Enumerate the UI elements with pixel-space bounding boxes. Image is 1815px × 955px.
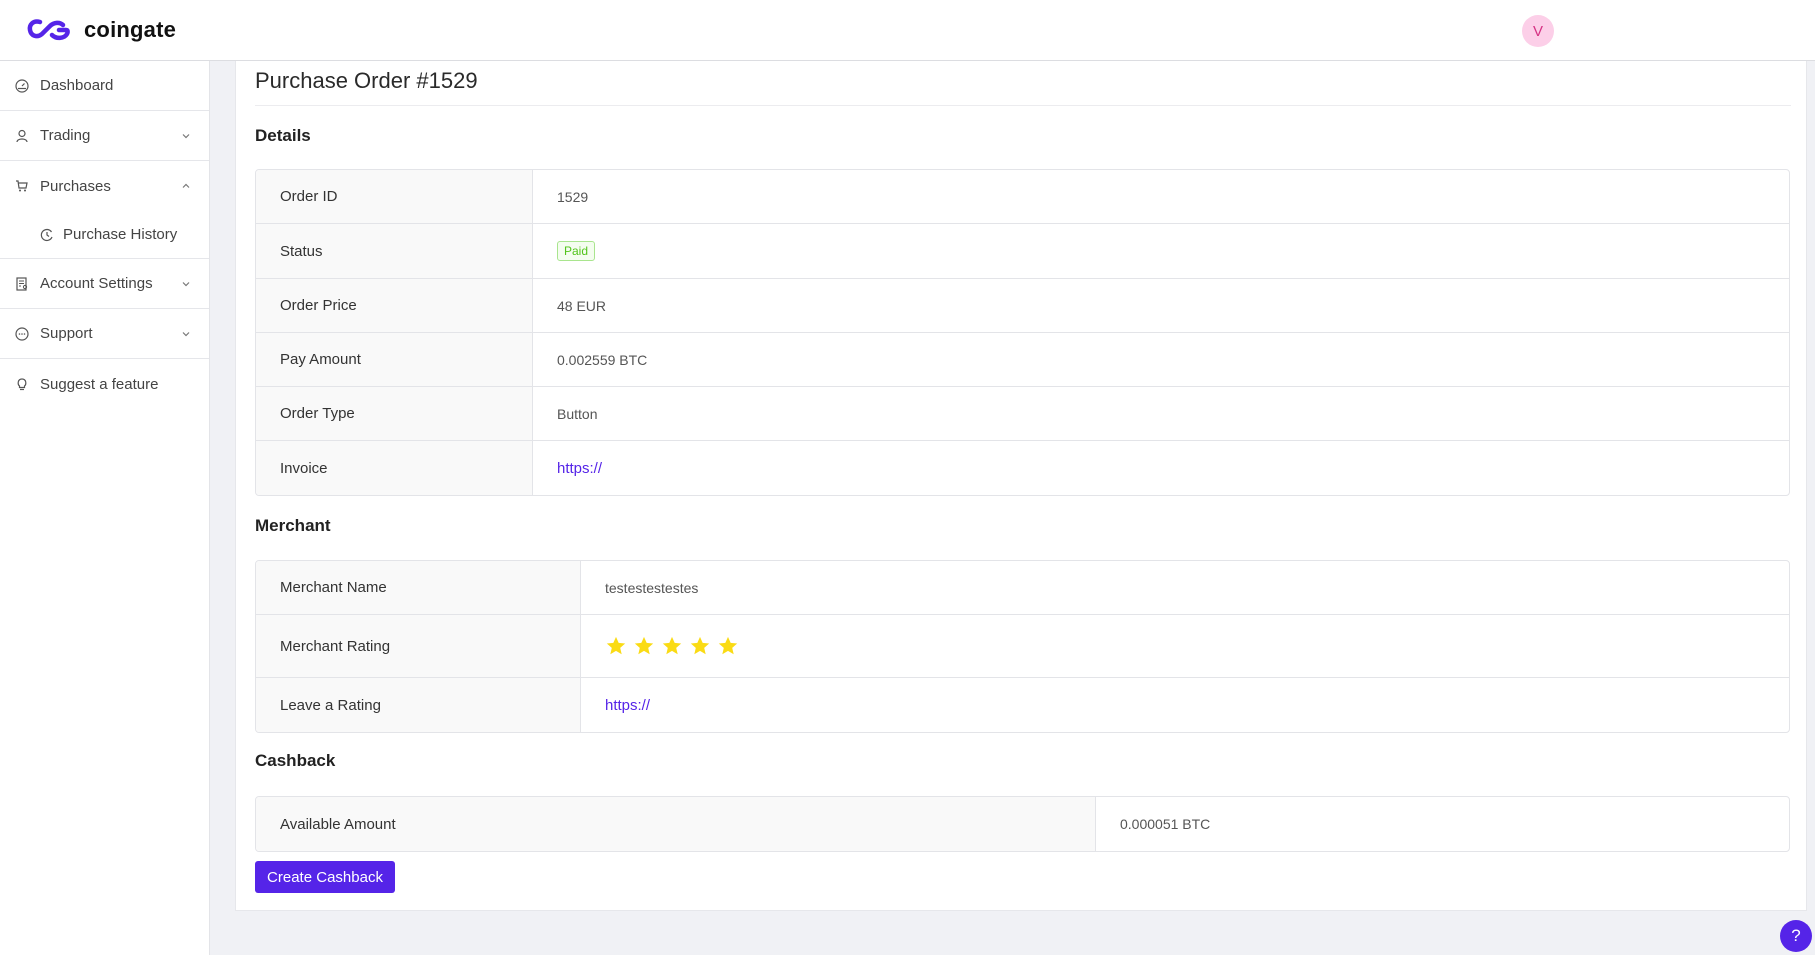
sidebar-item-suggest-feature[interactable]: Suggest a feature bbox=[0, 359, 209, 409]
table-row-invoice: Invoice https:// bbox=[256, 441, 1789, 495]
pay-amount-value: 0.002559 BTC bbox=[557, 351, 648, 368]
table-row-merchant-rating: Merchant Rating bbox=[256, 615, 1789, 678]
coingate-logo-icon bbox=[27, 19, 70, 41]
sidebar-item-label: Dashboard bbox=[40, 77, 114, 94]
chevron-up-icon bbox=[182, 183, 190, 188]
merchant-section-title: Merchant bbox=[255, 516, 331, 535]
user-icon bbox=[14, 128, 30, 144]
sidebar-item-label: Account Settings bbox=[40, 275, 153, 292]
details-section-title: Details bbox=[255, 126, 311, 145]
sidebar-item-label: Suggest a feature bbox=[40, 375, 159, 393]
brand-name: coingate bbox=[84, 17, 177, 42]
page-title: Purchase Order #1529 bbox=[255, 68, 478, 93]
dashboard-icon bbox=[14, 78, 30, 94]
user-avatar[interactable]: V bbox=[1522, 15, 1554, 47]
sidebar-item-support[interactable]: Support bbox=[0, 309, 209, 359]
row-label: Order Price bbox=[256, 279, 533, 332]
row-label: Merchant Name bbox=[256, 561, 581, 614]
table-row-status: Status Paid bbox=[256, 224, 1789, 279]
order-price-value: 48 EUR bbox=[557, 297, 607, 314]
table-row-order-type: Order Type Button bbox=[256, 387, 1789, 441]
title-divider bbox=[255, 105, 1791, 106]
merchant-table: Merchant Name testestestestes Merchant R… bbox=[255, 560, 1790, 733]
sidebar-item-label: Trading bbox=[40, 127, 91, 144]
order-type-value: Button bbox=[557, 405, 598, 422]
row-label: Pay Amount bbox=[256, 333, 533, 386]
table-row-order-price: Order Price 48 EUR bbox=[256, 279, 1789, 333]
star-icon bbox=[690, 636, 710, 655]
star-icon bbox=[718, 636, 738, 655]
merchant-name-value: testestestestes bbox=[605, 579, 699, 596]
sidebar-item-dashboard[interactable]: Dashboard bbox=[0, 61, 209, 111]
leave-rating-link[interactable]: https:// bbox=[605, 697, 650, 714]
available-amount-value: 0.000051 BTC bbox=[1120, 816, 1211, 832]
star-icon bbox=[606, 636, 626, 655]
sidebar-item-account-settings[interactable]: Account Settings bbox=[0, 259, 209, 309]
cart-icon bbox=[14, 178, 30, 194]
cashback-section-title: Cashback bbox=[255, 751, 336, 770]
top-header: coingate V bbox=[0, 0, 1815, 61]
sidebar-item-label: Purchases bbox=[40, 177, 111, 195]
sidebar: Dashboard Trading Purchases Purchase His… bbox=[0, 61, 210, 955]
help-button[interactable]: ? bbox=[1780, 920, 1812, 952]
chevron-down-icon bbox=[182, 281, 190, 286]
sidebar-item-label: Support bbox=[40, 325, 93, 342]
history-icon bbox=[39, 227, 55, 243]
cashback-table: Available Amount 0.000051 BTC bbox=[255, 796, 1790, 852]
purchase-order-card: Purchase Order #1529 Details Order ID 15… bbox=[235, 61, 1807, 911]
chat-icon bbox=[14, 326, 30, 342]
chevron-down-icon bbox=[182, 133, 190, 138]
row-label: Order ID bbox=[256, 170, 533, 223]
chevron-down-icon bbox=[182, 331, 190, 336]
row-label: Leave a Rating bbox=[256, 678, 581, 732]
table-row-pay-amount: Pay Amount 0.002559 BTC bbox=[256, 333, 1789, 387]
sidebar-item-purchases[interactable]: Purchases bbox=[0, 161, 209, 211]
lightbulb-icon bbox=[14, 376, 30, 392]
row-label: Invoice bbox=[256, 441, 533, 495]
merchant-rating-stars bbox=[605, 635, 739, 657]
table-row-leave-rating: Leave a Rating https:// bbox=[256, 678, 1789, 732]
brand-logo[interactable]: coingate bbox=[26, 17, 176, 43]
order-id-value: 1529 bbox=[557, 188, 589, 205]
sidebar-item-label: Purchase History bbox=[63, 226, 178, 243]
row-label: Order Type bbox=[256, 387, 533, 440]
invoice-link[interactable]: https:// bbox=[557, 460, 602, 477]
status-badge: Paid bbox=[557, 241, 596, 261]
star-icon bbox=[662, 636, 682, 655]
row-label: Merchant Rating bbox=[256, 615, 581, 677]
row-label: Status bbox=[256, 224, 533, 278]
account-settings-icon bbox=[14, 276, 30, 292]
sidebar-item-trading[interactable]: Trading bbox=[0, 111, 209, 161]
sidebar-subitem-purchase-history[interactable]: Purchase History bbox=[0, 211, 209, 259]
details-table: Order ID 1529 Status Paid Order Price 48… bbox=[255, 169, 1790, 496]
row-label: Available Amount bbox=[256, 797, 1096, 851]
table-row-order-id: Order ID 1529 bbox=[256, 170, 1789, 224]
star-icon bbox=[634, 636, 654, 655]
create-cashback-button[interactable]: Create Cashback bbox=[255, 861, 395, 893]
table-row-available-amount: Available Amount 0.000051 BTC bbox=[256, 797, 1789, 851]
table-row-merchant-name: Merchant Name testestestestes bbox=[256, 561, 1789, 615]
